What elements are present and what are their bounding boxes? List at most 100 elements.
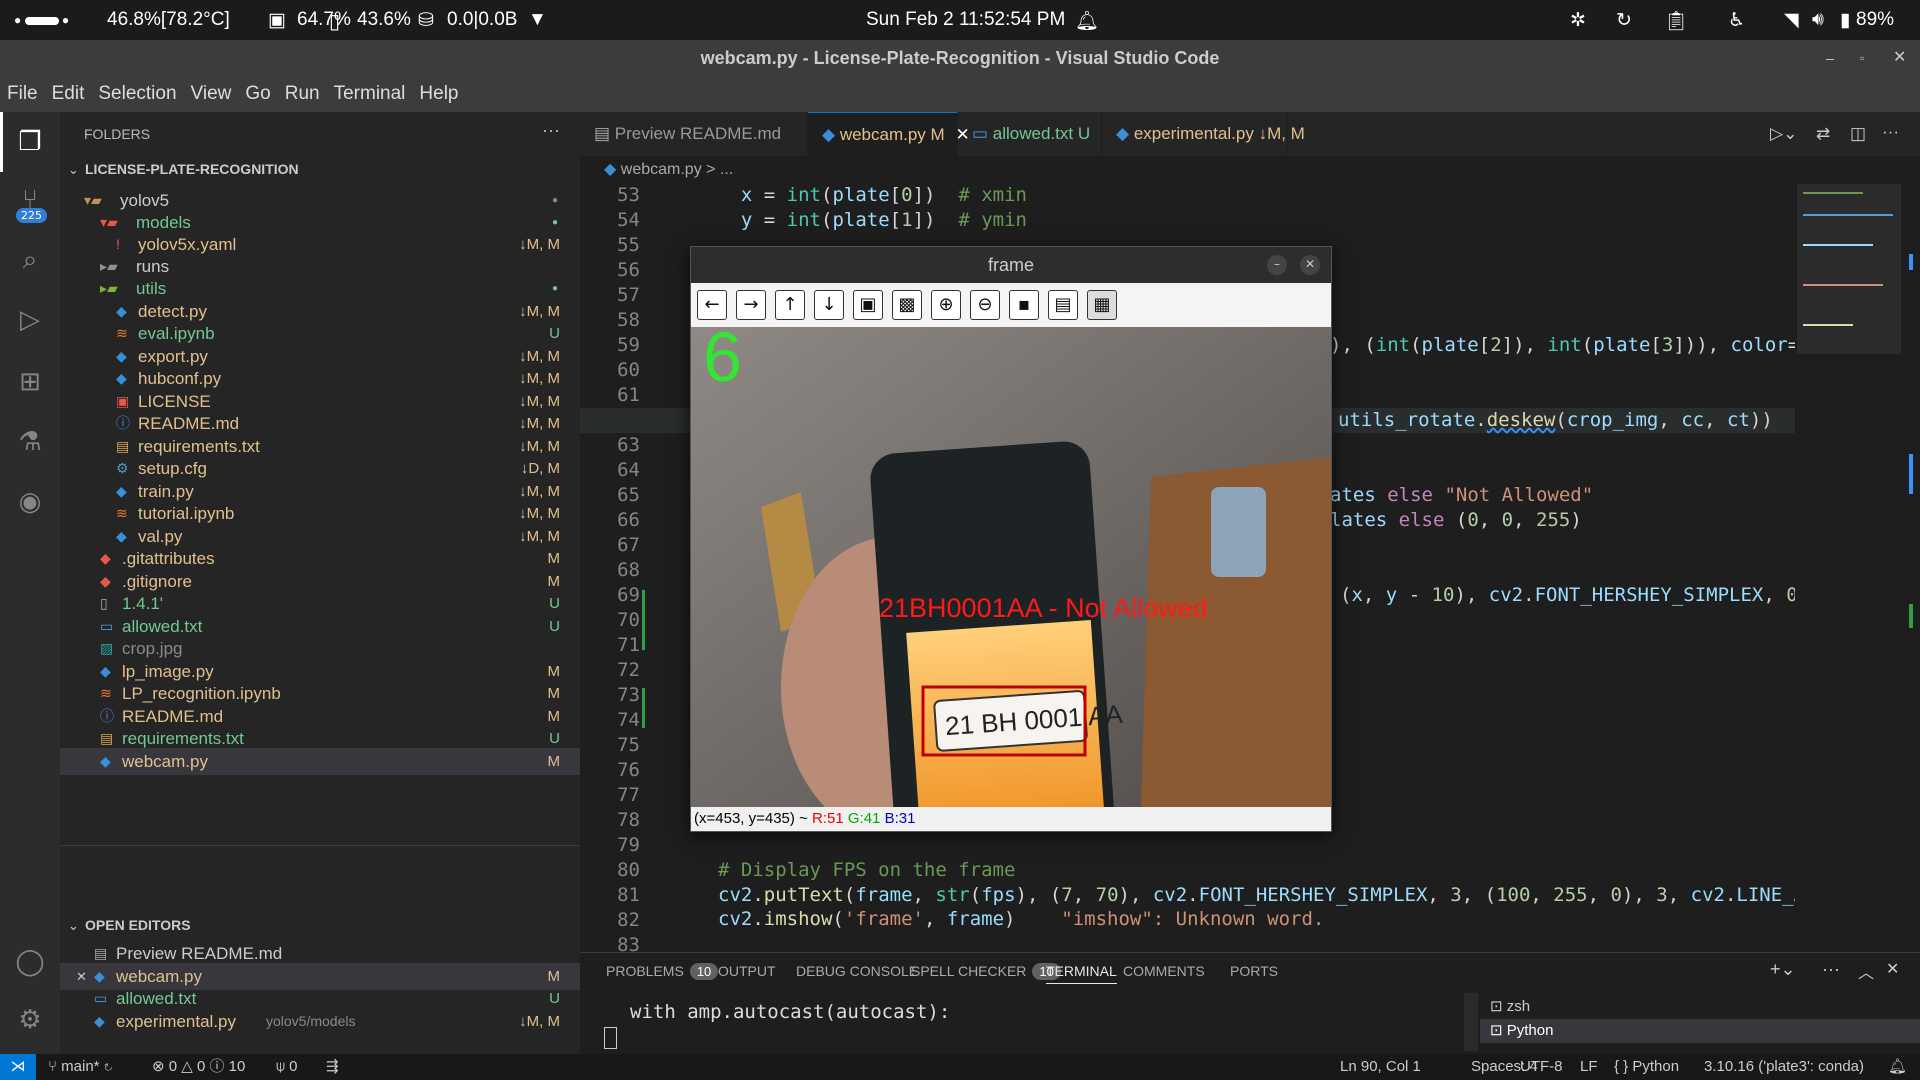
menu-run[interactable]: Run [278,76,327,112]
more-actions-icon[interactable]: ··· [542,120,560,141]
zoom-out-icon[interactable]: ⊖ [970,290,1000,320]
live-share-icon[interactable]: ⇶ [326,1054,339,1080]
ports-indicator[interactable]: ⍦ 0 [276,1054,298,1080]
workspace-root[interactable]: ⌄ LICENSE-PLATE-RECOGNITION [60,156,580,183]
maximize-panel-icon[interactable]: ︿ [1858,959,1874,983]
code-line-53: x = int(plate[0]) # xmin [740,184,1027,206]
zoom-in-icon[interactable]: ⊕ [931,290,961,320]
accessibility-icon[interactable]: ♿︎ [1728,9,1745,32]
webcam-image[interactable]: 6 21BH0001AA - Not Allowed 21 BH 0001 AA [691,327,1331,807]
battery-icon[interactable]: ▮ [1840,9,1850,32]
run-file-icon[interactable]: ▷⌄ [1770,124,1797,144]
properties-icon[interactable]: ▤ [1048,290,1078,320]
terminal-icon: ⊡ [1490,1022,1503,1039]
open-editors-header[interactable]: ⌄ OPEN EDITORS [60,912,580,939]
open-editor-item[interactable]: ◆ experimental.py yolov5/models ↓M, M [60,1008,580,1035]
zoom-fit-icon[interactable]: ▣ [853,290,883,320]
zoom-original-icon[interactable]: ▩ [892,290,922,320]
clipboard-icon[interactable]: 📋︎ [1664,9,1688,33]
panel-tab[interactable]: PROBLEMS 10 [606,963,719,980]
line-number: 60 [617,359,640,381]
panel-tab[interactable]: OUTPUT [718,963,776,979]
terminal-output[interactable]: with amp.autocast(autocast): [630,1001,950,1023]
menu-terminal[interactable]: Terminal [327,76,413,112]
swap-usage: 43.6% [357,9,411,30]
extension-icon[interactable]: ✲ [1570,9,1586,32]
frame-window-title[interactable]: frame [691,247,1331,283]
panel-tab[interactable]: PORTS [1230,963,1278,979]
arrow-right-icon[interactable]: → [736,290,766,320]
terminal-list-item[interactable]: ⊡ Python [1480,1019,1920,1043]
panel-tab-label: DEBUG CONSOLE [796,963,919,979]
save-icon[interactable]: ▪ [1009,290,1039,320]
arrow-down-icon[interactable]: ↓ [814,290,844,320]
line-number: 82 [617,909,640,931]
git-status: M [547,753,561,770]
new-terminal-icon[interactable]: +⌄ [1770,959,1796,980]
maximize-button[interactable]: ▫ [1860,40,1864,76]
menu-file[interactable]: File [0,76,45,112]
tab-experimental-py[interactable]: ◆ experimental.py ↓M, M [1102,112,1305,156]
frame-minimize-button[interactable]: – [1267,255,1287,275]
wifi-icon[interactable]: ◥ [1784,9,1799,32]
github-icon[interactable]: ◉ [12,484,48,520]
close-window-button[interactable]: ✕ [1893,40,1906,76]
panel-tab[interactable]: TERMINAL [1046,963,1117,984]
cursor-position[interactable]: Ln 90, Col 1 [1340,1054,1421,1080]
git-branch[interactable]: ⑂ main* ↻ [48,1054,113,1080]
panel-tab[interactable]: SPELL CHECKER 10 [911,963,1061,980]
notification-bell-icon[interactable]: 🔔︎ [1075,9,1099,33]
sidebar-header: FOLDERS [84,126,151,142]
testing-icon[interactable]: ⚗ [12,424,48,460]
tab-webcam-py[interactable]: ◆ webcam.py M ✕ [808,112,970,156]
workspace-indicator[interactable]: ● ● [14,13,69,27]
menu-view[interactable]: View [184,76,239,112]
more-actions-icon[interactable]: ··· [1882,122,1899,142]
problems-summary[interactable]: ⊗ 0 △ 0 ⓘ 10 [152,1054,245,1080]
volume-icon[interactable]: 🔊︎ [1812,9,1824,31]
encoding[interactable]: UTF-8 [1520,1054,1563,1080]
vertical-scrollbar[interactable] [1905,184,1919,952]
minimap[interactable] [1795,184,1905,952]
split-editor-icon[interactable]: ◫ [1850,124,1866,144]
menu-help[interactable]: Help [412,76,465,112]
tab-preview-readme[interactable]: ▤ Preview README.md [580,112,808,156]
account-icon[interactable]: ◯ [12,944,48,980]
settings-gear-icon[interactable]: ⚙ [12,1002,48,1038]
arrow-left-icon[interactable]: ← [697,290,727,320]
language-mode[interactable]: { } Python [1614,1054,1679,1080]
terminal-list-item[interactable]: ⊡ zsh [1480,995,1920,1019]
frame-close-button[interactable]: ✕ [1300,255,1320,275]
menu-edit[interactable]: Edit [45,76,92,112]
python-icon: ◆ [604,161,617,178]
explorer-icon[interactable]: ❐ [12,124,48,160]
panel-tab[interactable]: COMMENTS [1123,963,1205,979]
tab-allowed-txt[interactable]: ▭ allowed.txt U [958,112,1102,156]
copy-icon[interactable]: ▦ [1087,290,1117,320]
python-interpreter[interactable]: 3.10.16 ('plate3': conda) [1704,1054,1864,1080]
remote-icon[interactable]: ⋊ [0,1054,36,1080]
minimize-button[interactable]: – [1826,40,1834,76]
more-actions-icon[interactable]: ··· [1822,959,1840,980]
close-panel-icon[interactable]: ✕ [1886,959,1899,979]
opencv-frame-window[interactable]: frame – ✕ ← → ↑ ↓ ▣ ▩ ⊕ ⊖ ▪ ▤ ▦ 6 21BH00… [690,246,1332,832]
code-line-63: utils_rotate.deskew(crop_img, cc, ct)) [1338,409,1773,431]
search-icon[interactable]: ⌕ [12,242,48,278]
line-ending[interactable]: LF [1580,1054,1598,1080]
notifications-bell-icon[interactable]: 🔔︎ [1888,1054,1907,1080]
line-number: 57 [617,284,640,306]
extensions-icon[interactable]: ⊞ [12,364,48,400]
divider [60,845,580,846]
network-icon: ⛁ [418,10,434,31]
update-icon[interactable]: ↻ [1616,9,1632,32]
panel-tab[interactable]: DEBUG CONSOLE [796,963,918,979]
terminal-scrollbar[interactable] [1464,993,1478,1051]
menu-go[interactable]: Go [238,76,277,112]
compare-changes-icon[interactable]: ⇄ [1816,124,1830,144]
minimap-slider[interactable] [1797,184,1901,354]
arrow-up-icon[interactable]: ↑ [775,290,805,320]
clock[interactable]: Sun Feb 2 11:52:54 PM [866,9,1065,31]
run-debug-icon[interactable]: ▷ [12,302,48,338]
file-item[interactable]: ◆ webcam.py M [60,748,580,775]
menu-selection[interactable]: Selection [91,76,183,112]
